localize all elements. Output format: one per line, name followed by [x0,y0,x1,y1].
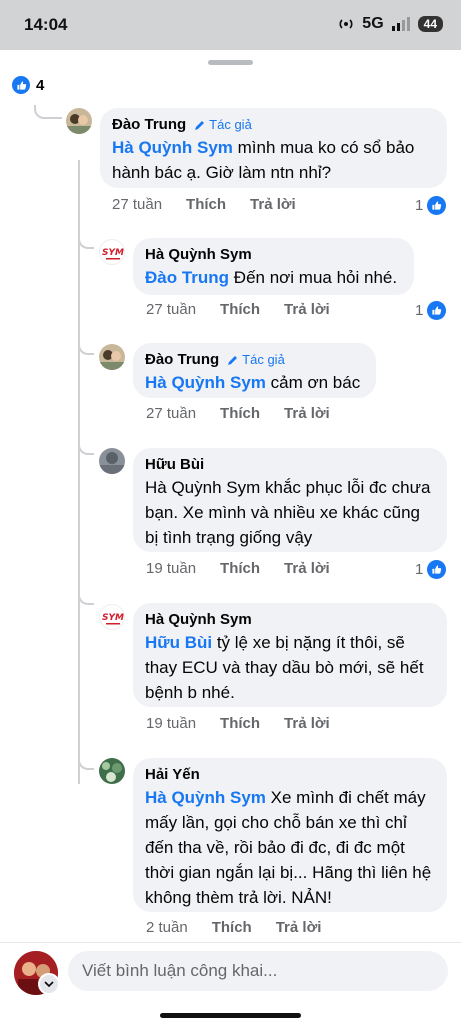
like-button[interactable]: Thích [212,919,252,936]
like-icon [427,196,447,215]
comment-bubble[interactable]: Hà Quỳnh Sym Hữu Bùi tỷ lệ xe bị nặng ít… [133,603,447,707]
like-button[interactable]: Thích [220,560,260,577]
comments-sheet: 4 Đào Trung Tác giả Hà Quỳnh Sym mình mu… [0,50,461,1024]
comment-actions: 27 tuần Thích Trả lời [146,405,354,422]
comment-text: Hà Quỳnh Sym cảm ơn bác [145,370,364,395]
avatar[interactable]: SYM [99,604,125,630]
mention-link[interactable]: Hữu Bùi [145,633,212,652]
like-button[interactable]: Thích [220,405,260,422]
mention-link[interactable]: Hà Quỳnh Sym [145,788,266,807]
comment-bubble[interactable]: Hữu Bùi Hà Quỳnh Sym khắc phục lỗi đc ch… [133,448,447,552]
avatar[interactable] [66,108,92,134]
comment-age[interactable]: 19 tuần [146,715,196,732]
avatar[interactable] [99,344,125,370]
like-button[interactable]: Thích [220,301,260,318]
comment-bubble[interactable]: Hà Quỳnh Sym Đào Trung Đến nơi mua hỏi n… [133,238,414,295]
comment-text: Đào Trung Đến nơi mua hỏi nhé. [145,265,402,290]
comment-age[interactable]: 27 tuần [146,301,196,318]
author-badge: Tác giả [194,117,252,132]
thread-line [34,105,62,119]
sym-logo: SYM [102,613,124,623]
comment-bubble[interactable]: Đào Trung Tác giả Hà Quỳnh Sym mình mua … [100,108,447,188]
author-badge-label: Tác giả [209,117,252,132]
comment-age[interactable]: 2 tuần [146,919,188,936]
comment-author[interactable]: Hà Quỳnh Sym [145,611,252,628]
comment-author[interactable]: Hải Yến [145,766,200,783]
reaction-count: 4 [36,76,45,94]
avatar[interactable]: SYM [99,239,125,265]
like-button[interactable]: Thích [220,715,260,732]
comment-body: cảm ơn bác [265,373,361,392]
status-bar: 14:04 5G 44 [0,0,461,50]
author-badge-label: Tác giả [242,352,285,367]
avatar[interactable] [99,448,125,474]
like-icon [12,76,30,94]
comment-like-count[interactable]: 1 [415,301,447,320]
comment-author[interactable]: Hữu Bùi [145,456,204,473]
comment-text: Hà Quỳnh Sym khắc phục lỗi đc chưa bạn. … [145,478,431,547]
comment-like-count[interactable]: 1 [415,560,447,579]
comment-age[interactable]: 19 tuần [146,560,196,577]
like-icon [427,301,447,320]
reply-button[interactable]: Trả lời [276,919,322,936]
comment-actions: 27 tuần Thích Trả lời [146,301,354,318]
reaction-summary[interactable]: 4 [12,76,44,94]
mention-link[interactable]: Hà Quỳnh Sym [112,138,233,157]
comment-author[interactable]: Hà Quỳnh Sym [145,246,252,263]
comment-age[interactable]: 27 tuần [112,196,162,213]
sym-logo: SYM [102,248,124,258]
comment-bubble[interactable]: Hải Yến Hà Quỳnh Sym Xe mình đi chết máy… [133,758,447,912]
comment-author[interactable]: Đào Trung [145,351,219,368]
thread-line [78,339,94,355]
comment-actions: 19 tuần Thích Trả lời [146,715,354,732]
network-label: 5G [362,15,384,32]
thread-line [78,589,94,605]
like-count: 1 [415,197,424,214]
signal-icon [391,17,410,31]
drag-handle[interactable] [208,60,253,65]
like-count: 1 [415,561,424,578]
chevron-down-icon[interactable] [38,973,60,995]
home-indicator [160,1013,301,1018]
pencil-icon [228,355,238,365]
pencil-icon [195,120,205,130]
reply-button[interactable]: Trả lời [284,560,330,577]
author-badge: Tác giả [227,352,285,367]
comment-body: Đến nơi mua hỏi nhé. [229,268,398,287]
thread-line [78,160,80,784]
comment-actions: 27 tuần Thích Trả lời [112,196,320,213]
comment-author[interactable]: Đào Trung [112,116,186,133]
status-time: 14:04 [24,15,68,34]
like-icon [427,560,447,579]
comment-text: Hữu Bùi tỷ lệ xe bị nặng ít thôi, sẽ tha… [145,630,435,705]
comment-text: Hà Quỳnh Sym Xe mình đi chết máy mấy lần… [145,785,435,910]
comment-like-count[interactable]: 1 [415,196,447,215]
like-count: 1 [415,302,424,319]
battery-icon: 44 [417,16,443,32]
thread-line [78,754,94,770]
comment-age[interactable]: 27 tuần [146,405,196,422]
comment-input[interactable] [68,951,448,991]
mention-link[interactable]: Đào Trung [145,268,229,287]
thread-line [78,233,94,249]
thread-line [78,439,94,455]
reply-button[interactable]: Trả lời [284,301,330,318]
comment-composer [0,942,461,1024]
comment-text: Hà Quỳnh Sym mình mua ko có sổ bảo hành … [112,135,435,185]
avatar[interactable] [99,758,125,784]
status-icons: 5G 44 [338,15,443,33]
comment-actions: 19 tuần Thích Trả lời [146,560,354,577]
hotspot-icon [339,19,353,29]
comment-actions: 2 tuần Thích Trả lời [146,919,345,936]
comment-bubble[interactable]: Đào Trung Tác giả Hà Quỳnh Sym cảm ơn bá… [133,343,376,398]
like-button[interactable]: Thích [186,196,226,213]
reply-button[interactable]: Trả lời [284,405,330,422]
reply-button[interactable]: Trả lời [250,196,296,213]
reply-button[interactable]: Trả lời [284,715,330,732]
mention-link[interactable]: Hà Quỳnh Sym [145,373,266,392]
